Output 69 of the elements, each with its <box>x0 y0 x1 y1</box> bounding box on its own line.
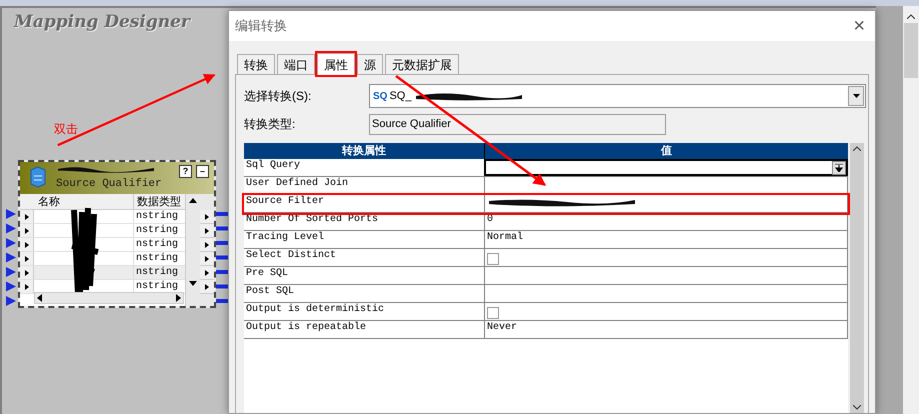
port-type: nstring <box>135 210 178 223</box>
property-row[interactable]: Source Filter <box>244 195 848 213</box>
row-arrow-icon <box>205 284 209 290</box>
property-value: Normal <box>487 231 524 245</box>
row-arrow-icon <box>24 270 28 276</box>
property-row[interactable]: Pre SQL <box>244 267 848 285</box>
tab[interactable]: 转换 <box>237 54 275 74</box>
node-icon <box>30 166 46 188</box>
annotation-label: 双击 <box>54 121 78 138</box>
dialog-title: 编辑转换 <box>235 17 287 36</box>
expand-icon <box>835 164 843 172</box>
property-value: Never <box>487 321 518 335</box>
row-arrow-icon <box>205 214 209 220</box>
property-row[interactable]: Output is repeatable Never <box>244 321 848 339</box>
tab[interactable]: 属性 <box>317 53 355 75</box>
property-name: Output is repeatable <box>244 321 485 338</box>
tab[interactable]: 源 <box>357 54 383 74</box>
tab[interactable]: 端口 <box>277 54 315 74</box>
minimize-button[interactable]: – <box>196 165 209 178</box>
sq-icon: SQ <box>373 88 388 104</box>
checkbox[interactable] <box>487 307 499 319</box>
close-button[interactable]: × <box>853 16 865 36</box>
checkbox[interactable] <box>487 253 499 265</box>
port-type: nstring <box>135 266 178 279</box>
row-arrow-icon <box>205 256 209 262</box>
property-row[interactable]: Output is deterministic <box>244 303 848 321</box>
source-qualifier-node[interactable]: Source Qualifier ? – 名称 数据类型 nstring nstring nstring nstring nstring nstring <box>18 160 216 308</box>
row-arrow-icon <box>24 228 28 234</box>
property-name: Pre SQL <box>244 267 485 284</box>
column-header: 数据类型 <box>136 195 182 209</box>
field-label: 转换类型: <box>244 116 296 133</box>
scroll-bar[interactable] <box>185 194 200 306</box>
row-arrow-icon <box>24 256 28 262</box>
dropdown-value: SQ_ <box>389 88 412 104</box>
property-name: User Defined Join <box>244 177 485 194</box>
type-field: Source Qualifier <box>369 114 666 134</box>
field-label: 选择转换(S): <box>244 88 312 105</box>
property-row[interactable]: User Defined Join <box>244 177 848 195</box>
port-type: nstring <box>135 238 178 251</box>
caret-icon <box>852 94 860 98</box>
column-header: 名称 <box>34 194 134 209</box>
port-type: nstring <box>135 252 178 265</box>
row-arrow-icon <box>205 242 209 248</box>
property-name: Output is deterministic <box>244 303 485 320</box>
row-arrow-icon <box>24 214 28 220</box>
tab[interactable]: 元数据扩展 <box>385 54 459 74</box>
transformation-dropdown[interactable]: SQ SQ_ <box>369 84 866 108</box>
scroll-bar[interactable] <box>34 292 184 304</box>
help-button[interactable]: ? <box>179 165 192 178</box>
port-type: nstring <box>135 224 178 237</box>
property-name: Source Filter <box>244 195 485 212</box>
sql-query-field[interactable] <box>484 159 848 176</box>
property-row[interactable]: Sql Query <box>244 159 848 177</box>
scroll-bar[interactable] <box>903 6 919 414</box>
row-arrow-icon <box>24 242 28 248</box>
property-name: Tracing Level <box>244 231 485 248</box>
property-name: Select Distinct <box>244 249 485 266</box>
port-type: nstring <box>135 280 178 293</box>
canvas-title: Mapping Designer <box>14 11 190 34</box>
property-row[interactable]: Tracing Level Normal <box>244 231 848 249</box>
property-name: Post SQL <box>244 285 485 302</box>
node-title: Source Qualifier <box>56 176 162 192</box>
property-row[interactable]: Post SQL <box>244 285 848 303</box>
row-arrow-icon <box>205 228 209 234</box>
scroll-bar[interactable] <box>850 143 864 413</box>
row-arrow-icon <box>24 284 28 290</box>
row-arrow-icon <box>205 270 209 276</box>
property-row[interactable]: Select Distinct <box>244 249 848 267</box>
column-header: 值 <box>660 144 673 159</box>
